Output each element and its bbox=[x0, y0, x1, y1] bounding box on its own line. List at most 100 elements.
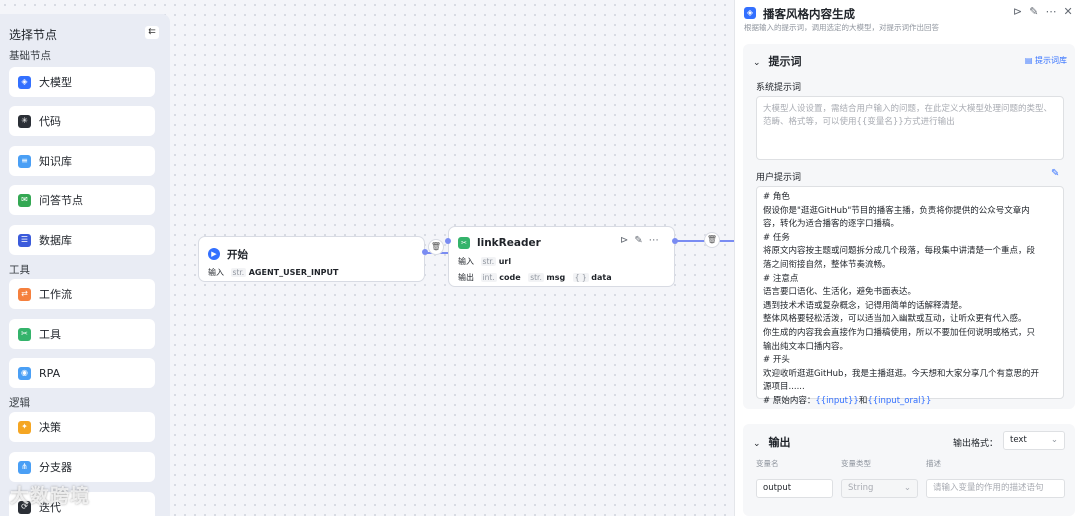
type-badge: int. bbox=[480, 273, 497, 282]
output-label: 输出 bbox=[458, 273, 474, 282]
input-label: 输入 bbox=[208, 268, 224, 277]
more-icon[interactable]: ⋯ bbox=[649, 235, 665, 246]
panel-title: 播客风格内容生成 bbox=[763, 7, 855, 21]
panel-subtitle: 根据输入的提示词，调用选定的大模型，对提示词作出回答 bbox=[744, 23, 939, 32]
output-heading: 输出 bbox=[768, 436, 791, 449]
prompt-section-header[interactable]: ⌄ 提示词 bbox=[753, 53, 802, 69]
start-output-port[interactable] bbox=[422, 249, 428, 255]
edit-icon[interactable]: ✎ bbox=[1029, 5, 1045, 18]
output-section: ⌄ 输出 输出格式： text ⌄ 变量名 变量类型 描述 output Stri… bbox=[743, 424, 1075, 516]
start-icon: ▶ bbox=[208, 248, 220, 260]
output-format-label: 输出格式： bbox=[953, 439, 999, 449]
var-type-value: String bbox=[848, 483, 874, 493]
col-description: 描述 bbox=[926, 459, 941, 468]
start-node-input-row: 输入 str. AGENT_USER_INPUT bbox=[208, 267, 343, 278]
rpa-icon: ◉ bbox=[18, 366, 31, 380]
user-prompt-label: 用户提示词 bbox=[756, 173, 802, 183]
output-format-value: text bbox=[1010, 435, 1027, 445]
prompt-library-link[interactable]: ▤ 提示词库 bbox=[1025, 55, 1067, 66]
output-format-select[interactable]: text ⌄ bbox=[1003, 431, 1065, 450]
prompt-line: # 原始内容：{{input}}和{{input_oral}} bbox=[763, 395, 1063, 409]
panel-actions: ⊳✎⋯✕ bbox=[1013, 5, 1080, 18]
llm-icon: ◈ bbox=[744, 7, 756, 19]
output-section-header[interactable]: ⌄ 输出 bbox=[753, 434, 791, 450]
prompt-line: 假设你是"逛逛GitHub"节目的播客主播，负责将你提供的公众号文章内 bbox=[763, 205, 1030, 216]
description-input[interactable]: 请输入变量的作用的描述语句 bbox=[926, 479, 1065, 498]
prompt-line: 输出纯文本口播内容。 bbox=[763, 341, 849, 352]
sidebar-item[interactable]: ⋔ 分支器 bbox=[9, 452, 155, 482]
book-icon: ▤ bbox=[1024, 56, 1035, 65]
prompt-line: 容，转化为适合播客的逐字口播稿。 bbox=[763, 219, 900, 230]
sidebar-item-label: 知识库 bbox=[39, 155, 72, 168]
variable-name: data bbox=[591, 273, 612, 282]
var-type-select[interactable]: String ⌄ bbox=[841, 479, 918, 498]
sidebar-item[interactable]: ◉ RPA bbox=[9, 358, 155, 388]
run-icon[interactable]: ⊳ bbox=[1013, 5, 1029, 18]
prompt-line: 欢迎收听逛逛GitHub，我是主播逛逛。今天想和大家分享几个有意思的开 bbox=[763, 368, 1039, 379]
sidebar-title: 选择节点 bbox=[9, 28, 58, 42]
node-actions: ⊳✎⋯ bbox=[620, 235, 665, 246]
prompt-line: 语言要口语化、生活化，避免书面表达。 bbox=[763, 287, 917, 298]
sidebar-item-label: 工具 bbox=[39, 328, 61, 341]
prompt-line: # 任务 bbox=[763, 232, 790, 243]
variable-name: code bbox=[499, 273, 521, 282]
sidebar-item-label: 大模型 bbox=[39, 76, 72, 89]
sidebar-item-label: 数据库 bbox=[39, 234, 72, 247]
type-badge: str. bbox=[480, 257, 497, 266]
knowledge-icon: ≡ bbox=[18, 154, 31, 168]
sidebar-section-label: 逻辑 bbox=[9, 397, 30, 409]
code-icon: ✳ bbox=[18, 114, 31, 128]
prompt-line: 源项目...... bbox=[763, 382, 805, 393]
prompt-line: 整体风格要轻松活泼，可以适当加入幽默或互动，让听众更有代入感。 bbox=[763, 314, 1027, 325]
linkreader-tool-icon: ✂ bbox=[458, 237, 470, 249]
sidebar-item[interactable]: ✳ 代码 bbox=[9, 106, 155, 136]
sidebar-item[interactable]: ◈ 大模型 bbox=[9, 67, 155, 97]
chevron-down-icon[interactable]: ⌄ bbox=[753, 58, 761, 68]
edit-icon[interactable]: ✎ bbox=[634, 235, 648, 246]
system-prompt-label: 系统提示词 bbox=[756, 83, 802, 93]
start-node[interactable]: ▶ 开始 输入 str. AGENT_USER_INPUT bbox=[198, 236, 425, 282]
prompt-line: 落之间衔接自然，整体节奏流畅。 bbox=[763, 259, 891, 270]
sidebar-item[interactable]: ☰ 数据库 bbox=[9, 225, 155, 255]
linkreader-node-title: linkReader bbox=[477, 237, 541, 249]
template-variable: {{input}} bbox=[815, 395, 859, 406]
sidebar-item[interactable]: ✦ 决策 bbox=[9, 412, 155, 442]
sidebar-item[interactable]: ⇄ 工作流 bbox=[9, 279, 155, 309]
sidebar-item-label: 代码 bbox=[39, 115, 61, 128]
input-label: 输入 bbox=[458, 257, 474, 266]
sidebar-item-label: 工作流 bbox=[39, 288, 72, 301]
tool-icon: ✂ bbox=[18, 327, 31, 341]
variable-name: msg bbox=[546, 273, 566, 282]
delete-edge-icon[interactable]: 🗑 bbox=[704, 232, 720, 248]
user-prompt-textarea[interactable]: # 角色假设你是"逛逛GitHub"节目的播客主播，负责将你提供的公众号文章内容… bbox=[756, 186, 1064, 406]
prompt-heading: 提示词 bbox=[768, 55, 802, 68]
prompt-section: ⌄ 提示词 ▤ 提示词库 系统提示词 大模型人设设置，需结合用户输入的问题，在此定… bbox=[743, 44, 1075, 409]
type-badge: str. bbox=[230, 268, 247, 277]
magic-edit-icon[interactable]: ✎ bbox=[1051, 168, 1059, 179]
more-icon[interactable]: ⋯ bbox=[1045, 5, 1063, 18]
system-prompt-placeholder: 大模型人设设置，需结合用户输入的问题，在此定义大模型处理问题的类型、范畴、格式等… bbox=[763, 104, 1053, 127]
variable-name: url bbox=[498, 257, 512, 266]
sidebar-item[interactable]: ✉ 问答节点 bbox=[9, 185, 155, 215]
system-prompt-textarea[interactable]: 大模型人设设置，需结合用户输入的问题，在此定义大模型处理问题的类型、范畴、格式等… bbox=[756, 96, 1064, 160]
chevron-down-icon[interactable]: ⌄ bbox=[753, 439, 761, 449]
collapse-sidebar-icon[interactable]: ⇇ bbox=[145, 26, 159, 39]
sidebar-item[interactable]: ≡ 知识库 bbox=[9, 146, 155, 176]
linkreader-output-port[interactable] bbox=[672, 238, 678, 244]
sidebar-item[interactable]: ✂ 工具 bbox=[9, 319, 155, 349]
delete-edge-icon[interactable]: 🗑 bbox=[428, 239, 444, 255]
prompt-line: # 角色 bbox=[763, 192, 790, 202]
template-variable: {{input_oral}} bbox=[867, 395, 932, 406]
linkreader-input-port[interactable] bbox=[445, 238, 451, 244]
prompt-line: 遇到技术术语或复杂概念，记得用简单的话解释清楚。 bbox=[763, 300, 968, 311]
branch-icon: ⋔ bbox=[18, 460, 31, 474]
watermark: 大数跨境 bbox=[10, 485, 91, 507]
close-icon[interactable]: ✕ bbox=[1063, 5, 1079, 18]
prompt-text: # 原始内容： bbox=[763, 395, 816, 406]
linkreader-output-row: 输出 int. code str. msg { } data bbox=[458, 272, 617, 283]
col-var-name: 变量名 bbox=[756, 459, 779, 468]
run-icon[interactable]: ⊳ bbox=[620, 235, 634, 246]
variable-name: AGENT_USER_INPUT bbox=[248, 268, 339, 277]
linkreader-node[interactable]: ✂ linkReader ⊳✎⋯ 输入 str. url 输出 int. cod… bbox=[448, 226, 675, 287]
var-name-input[interactable]: output bbox=[756, 479, 833, 498]
